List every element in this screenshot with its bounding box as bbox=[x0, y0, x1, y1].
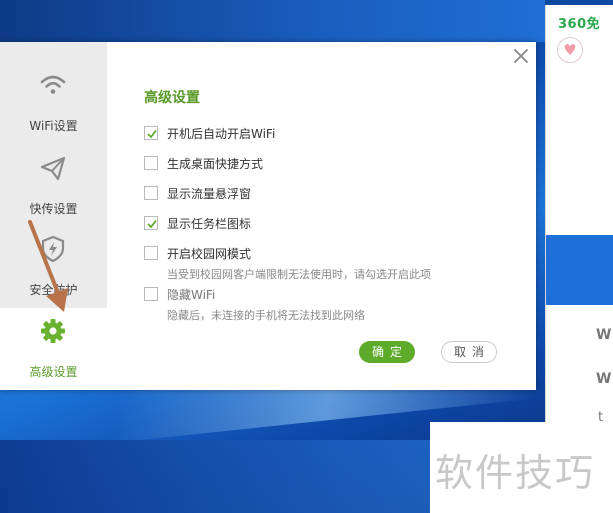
sidebar-item-transfer[interactable]: 快传设置 bbox=[0, 145, 107, 227]
cancel-button[interactable]: 取消 bbox=[441, 341, 497, 363]
background-app-window: 360免 ♥ W W t bbox=[545, 5, 613, 425]
background-app-banner bbox=[546, 235, 613, 305]
checkbox[interactable] bbox=[144, 287, 158, 301]
sidebar-item-wifi[interactable]: WiFi设置 bbox=[0, 62, 107, 144]
option-hint: 当受到校园网客户端限制无法使用时，请勾选开启此项 bbox=[167, 268, 431, 281]
option-label: 开启校园网模式 bbox=[167, 247, 252, 261]
watermark-text: 软件技巧 bbox=[435, 451, 596, 495]
option-label: 显示流量悬浮窗 bbox=[167, 187, 252, 201]
gear-icon bbox=[41, 319, 65, 343]
background-text-fragment: W bbox=[596, 371, 612, 387]
wallpaper-lower-band bbox=[0, 440, 430, 513]
paper-plane-icon bbox=[40, 156, 66, 181]
annotation-arrow-icon bbox=[28, 220, 68, 312]
checkbox[interactable] bbox=[144, 246, 158, 260]
settings-dialog: WiFi设置 快传设置 安全防护 高级设置 高级设置 开机后自动开启WiFi 生… bbox=[0, 42, 536, 390]
option-label: 开机后自动开启WiFi bbox=[167, 127, 276, 141]
sidebar-item-label: 高级设置 bbox=[29, 365, 78, 379]
option-label: 显示任务栏图标 bbox=[167, 217, 252, 231]
close-icon[interactable] bbox=[512, 47, 530, 65]
wifi-icon bbox=[40, 75, 66, 94]
settings-sidebar: WiFi设置 快传设置 安全防护 高级设置 bbox=[0, 42, 108, 390]
checkbox[interactable] bbox=[144, 186, 158, 200]
option-label: 隐藏WiFi bbox=[167, 288, 216, 302]
ok-button[interactable]: 确定 bbox=[359, 341, 415, 363]
heart-icon[interactable]: ♥ bbox=[557, 37, 583, 63]
option-hint: 隐藏后，未连接的手机将无法找到此网络 bbox=[167, 309, 365, 322]
background-text-fragment: W bbox=[596, 327, 612, 343]
wallpaper-top-strip bbox=[0, 0, 545, 42]
sidebar-item-label: WiFi设置 bbox=[29, 119, 78, 133]
checkbox[interactable] bbox=[144, 126, 158, 140]
option-label: 生成桌面快捷方式 bbox=[167, 157, 264, 171]
active-indicator bbox=[100, 340, 108, 356]
checkbox[interactable] bbox=[144, 156, 158, 170]
sidebar-item-advanced[interactable]: 高级设置 bbox=[0, 308, 108, 390]
panel-title: 高级设置 bbox=[144, 90, 200, 106]
sidebar-item-label: 快传设置 bbox=[29, 202, 78, 216]
checkbox[interactable] bbox=[144, 216, 158, 230]
app-brand-logo: 360免 bbox=[558, 17, 601, 32]
